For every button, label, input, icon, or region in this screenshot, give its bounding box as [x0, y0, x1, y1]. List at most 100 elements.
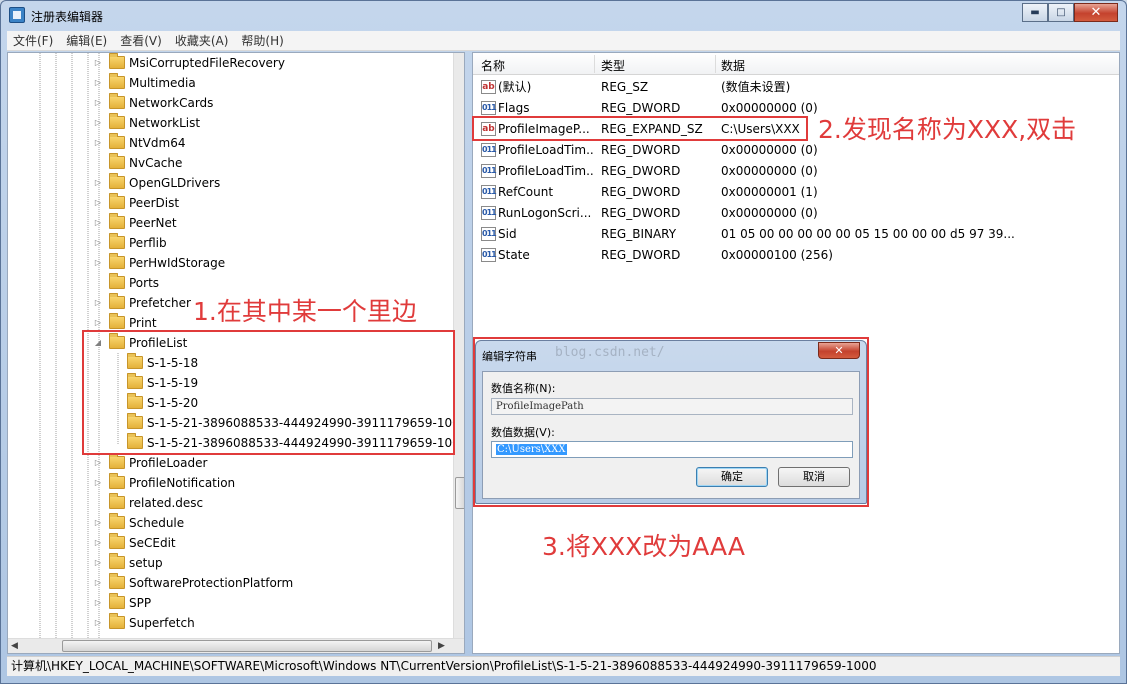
tree-item[interactable]: ▷ SoftwareProtectionPlatform — [93, 573, 453, 593]
tree-item[interactable]: ▷ PerHwIdStorage — [93, 253, 453, 273]
tree-item[interactable]: ▷ NtVdm64 — [93, 133, 453, 153]
value-data: 0x00000000 (0) — [721, 164, 818, 178]
tree-item-label: SoftwareProtectionPlatform — [129, 576, 294, 590]
binary-value-icon: 011 — [481, 206, 497, 220]
folder-icon — [109, 73, 125, 89]
tree-item-label: NetworkCards — [129, 96, 214, 110]
binary-value-icon: 011 — [481, 227, 497, 241]
header-type[interactable]: 类型 — [601, 57, 625, 74]
expand-arrow-icon[interactable]: ▷ — [93, 253, 103, 273]
folder-icon — [109, 293, 125, 309]
tree-item[interactable]: ▷ MsiCorruptedFileRecovery — [93, 53, 453, 73]
menu-favorites[interactable]: 收藏夹(A) — [175, 32, 229, 49]
watermark: blog.csdn.net/ — [555, 345, 665, 360]
tree-item[interactable]: ▷ ProfileNotification — [93, 473, 453, 493]
tree-horizontal-scrollbar[interactable]: ◀ ▶ — [8, 638, 464, 653]
folder-icon — [109, 253, 125, 269]
edit-string-dialog: 编辑字符串 ✕ 数值名称(N): ProfileImagePath 数值数据(V… — [475, 340, 867, 504]
scroll-right-arrow-icon[interactable]: ▶ — [438, 641, 445, 651]
value-type: REG_DWORD — [601, 206, 681, 220]
tree-item[interactable]: ▷ NetworkList — [93, 113, 453, 133]
value-data: 01 05 00 00 00 00 00 05 15 00 00 00 d5 9… — [721, 227, 1015, 241]
tree-vscroll-thumb[interactable] — [455, 477, 464, 509]
header-name[interactable]: 名称 — [481, 57, 505, 74]
value-name: RunLogonScri... — [498, 206, 592, 220]
menu-edit[interactable]: 编辑(E) — [66, 32, 107, 49]
binary-value-icon: 011 — [481, 248, 497, 262]
tree-item[interactable]: ▷ PeerNet — [93, 213, 453, 233]
tree-item[interactable]: ▷ OpenGLDrivers — [93, 173, 453, 193]
tree-item-label: Superfetch — [129, 616, 195, 630]
tree-item[interactable]: ▷ Schedule — [93, 513, 453, 533]
expand-arrow-icon[interactable]: ▷ — [93, 93, 103, 113]
expand-arrow-icon[interactable]: ▷ — [93, 473, 103, 493]
folder-icon — [109, 513, 125, 529]
value-name: RefCount — [498, 185, 554, 199]
folder-icon — [109, 313, 125, 329]
expand-arrow-icon[interactable]: ▷ — [93, 573, 103, 593]
menu-view[interactable]: 查看(V) — [120, 32, 162, 49]
tree-hscroll-thumb[interactable] — [62, 640, 432, 652]
expand-arrow-icon[interactable]: ▷ — [93, 193, 103, 213]
maximize-button[interactable]: □ — [1048, 3, 1074, 22]
ok-button[interactable]: 确定 — [696, 467, 768, 487]
tree-item[interactable]: ▷ SPP — [93, 593, 453, 613]
expand-arrow-icon[interactable]: ▷ — [93, 593, 103, 613]
tree-item[interactable]: ▷ NetworkCards — [93, 93, 453, 113]
title-bar[interactable]: 注册表编辑器 ▬ □ ✕ — [1, 1, 1126, 29]
expand-arrow-icon[interactable]: ▷ — [93, 453, 103, 473]
expand-arrow-icon[interactable]: ▷ — [93, 513, 103, 533]
value-row[interactable]: 011 RefCount REG_DWORD 0x00000001 (1) — [473, 182, 1119, 203]
folder-icon — [109, 213, 125, 229]
folder-icon — [109, 93, 125, 109]
folder-icon — [109, 113, 125, 129]
value-type: REG_DWORD — [601, 143, 681, 157]
expand-arrow-icon[interactable]: ▷ — [93, 533, 103, 553]
tree-item[interactable]: related.desc — [93, 493, 453, 513]
window-title: 注册表编辑器 — [31, 10, 104, 24]
expand-arrow-icon[interactable]: ▷ — [93, 133, 103, 153]
expand-arrow-icon[interactable]: ▷ — [93, 213, 103, 233]
tree-item[interactable]: ▷ Superfetch — [93, 613, 453, 633]
expand-arrow-icon[interactable]: ▷ — [93, 233, 103, 253]
tree-item[interactable]: ▷ Multimedia — [93, 73, 453, 93]
value-data: 0x00000001 (1) — [721, 185, 818, 199]
value-row[interactable]: 011 RunLogonScri... REG_DWORD 0x00000000 (0… — [473, 203, 1119, 224]
tree-item[interactable]: ▷ Perflib — [93, 233, 453, 253]
tree-item[interactable]: ▷ ProfileLoader — [93, 453, 453, 473]
folder-icon — [109, 233, 125, 249]
scroll-left-arrow-icon[interactable]: ◀ — [11, 641, 18, 651]
tree-item-label: Prefetcher — [129, 296, 191, 310]
value-row[interactable]: 011 ProfileLoadTim... REG_DWORD 0x00000000 … — [473, 161, 1119, 182]
menu-file[interactable]: 文件(F) — [13, 32, 53, 49]
value-row[interactable]: 011 State REG_DWORD 0x00000100 (256) — [473, 245, 1119, 266]
expand-arrow-icon[interactable]: ▷ — [93, 293, 103, 313]
expand-arrow-icon[interactable]: ▷ — [93, 73, 103, 93]
binary-value-icon: 011 — [481, 164, 497, 178]
dialog-close-button[interactable]: ✕ — [818, 342, 860, 359]
tree-item-label: NetworkList — [129, 116, 201, 130]
expand-arrow-icon[interactable]: ▷ — [93, 553, 103, 573]
tree-item[interactable]: ▷ PeerDist — [93, 193, 453, 213]
tree-item[interactable]: ▷ SeCEdit — [93, 533, 453, 553]
value-data: 0x00000100 (256) — [721, 248, 833, 262]
folder-icon — [109, 533, 125, 549]
expand-arrow-icon[interactable]: ▷ — [93, 113, 103, 133]
cancel-button[interactable]: 取消 — [778, 467, 850, 487]
value-data-input[interactable]: C:\Users\XXX — [491, 441, 853, 458]
tree-item[interactable]: ▷ setup — [93, 553, 453, 573]
tree-item[interactable]: Ports — [93, 273, 453, 293]
expand-arrow-icon[interactable]: ▷ — [93, 173, 103, 193]
minimize-button[interactable]: ▬ — [1022, 3, 1048, 22]
value-name: State — [498, 248, 530, 262]
expand-arrow-icon[interactable]: ▷ — [93, 53, 103, 73]
expand-arrow-icon[interactable]: ▷ — [93, 613, 103, 633]
menu-help[interactable]: 帮助(H) — [241, 32, 283, 49]
header-data[interactable]: 数据 — [721, 57, 745, 74]
binary-value-icon: 011 — [481, 185, 497, 199]
tree-item[interactable]: NvCache — [93, 153, 453, 173]
value-row[interactable]: 011 Sid REG_BINARY 01 05 00 00 00 00 00 05 … — [473, 224, 1119, 245]
close-button[interactable]: ✕ — [1074, 3, 1118, 22]
annotation-step2: 2.发现名称为XXX,双击 — [818, 115, 1077, 144]
value-row[interactable]: ab (默认) REG_SZ (数值未设置) — [473, 77, 1119, 98]
